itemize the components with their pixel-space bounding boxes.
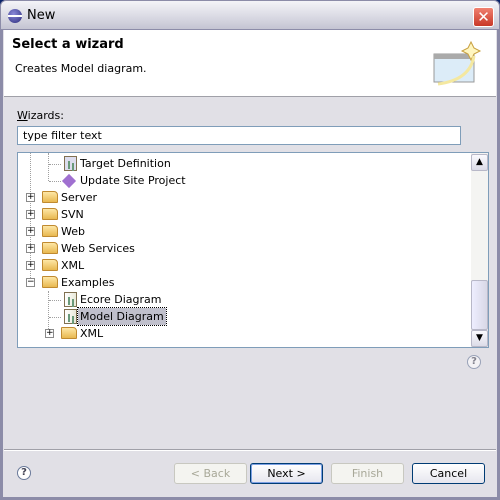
- tree-folder-xml[interactable]: + XML: [18, 257, 218, 274]
- folder-icon: [61, 327, 77, 339]
- tree-folder-svn[interactable]: + SVN: [18, 206, 218, 223]
- folder-icon: [42, 191, 58, 203]
- cancel-button[interactable]: Cancel: [412, 463, 485, 484]
- wizards-label: Wizards:: [17, 109, 64, 122]
- wizard-header: Select a wizard Creates Model diagram.: [4, 30, 496, 97]
- folder-icon: [42, 225, 58, 237]
- page-description: Creates Model diagram.: [15, 62, 147, 75]
- divider: [4, 449, 496, 451]
- folder-icon: [42, 259, 58, 271]
- new-wizard-dialog: New ✕ Select a wizard Creates Model diag…: [0, 0, 500, 500]
- expand-icon[interactable]: +: [26, 227, 35, 236]
- tree-folder-web-services[interactable]: + Web Services: [18, 240, 218, 257]
- page-title: Select a wizard: [12, 37, 124, 52]
- wizard-banner-icon: [433, 40, 482, 86]
- close-button[interactable]: ✕: [473, 7, 494, 27]
- finish-button[interactable]: Finish: [331, 463, 404, 484]
- tree-folder-examples-xml[interactable]: + XML: [18, 325, 218, 342]
- vertical-scrollbar[interactable]: ▲ ▼: [471, 153, 488, 347]
- next-button[interactable]: Next >: [250, 463, 323, 484]
- folder-icon: [42, 242, 58, 254]
- diagram-icon: [64, 309, 77, 324]
- expand-icon[interactable]: +: [26, 261, 35, 270]
- tree-folder-web[interactable]: + Web: [18, 223, 218, 240]
- expand-icon[interactable]: +: [26, 244, 35, 253]
- tree-folder-examples[interactable]: − Examples: [18, 274, 218, 291]
- eclipse-icon: [8, 9, 22, 23]
- title-bar: New ✕: [0, 0, 500, 30]
- expand-icon[interactable]: +: [26, 210, 35, 219]
- scroll-up-button[interactable]: ▲: [471, 154, 488, 171]
- target-definition-icon: [64, 156, 77, 171]
- tree-item-model-diagram[interactable]: Model Diagram: [62, 307, 262, 326]
- tree-folder-server[interactable]: + Server: [18, 189, 218, 206]
- update-site-icon: [61, 173, 77, 189]
- scrollbar-thumb[interactable]: [471, 280, 488, 330]
- wizard-tree[interactable]: Target Definition Update Site Project + …: [17, 152, 489, 348]
- collapse-icon[interactable]: −: [26, 278, 35, 287]
- help-icon[interactable]: ?: [467, 355, 481, 369]
- folder-open-icon: [42, 276, 58, 288]
- window-title: New: [27, 8, 56, 23]
- tree-item-ecore-diagram[interactable]: Ecore Diagram: [62, 291, 262, 308]
- help-button[interactable]: ?: [17, 466, 31, 480]
- folder-icon: [42, 208, 58, 220]
- tree-item-update-site-project[interactable]: Update Site Project: [61, 172, 262, 189]
- tree-item-target-definition[interactable]: Target Definition: [62, 155, 262, 172]
- expand-icon[interactable]: +: [45, 329, 54, 338]
- filter-input[interactable]: [17, 126, 461, 145]
- diagram-icon: [64, 292, 77, 307]
- back-button[interactable]: < Back: [174, 463, 247, 484]
- expand-icon[interactable]: +: [26, 193, 35, 202]
- scroll-down-button[interactable]: ▼: [471, 330, 488, 347]
